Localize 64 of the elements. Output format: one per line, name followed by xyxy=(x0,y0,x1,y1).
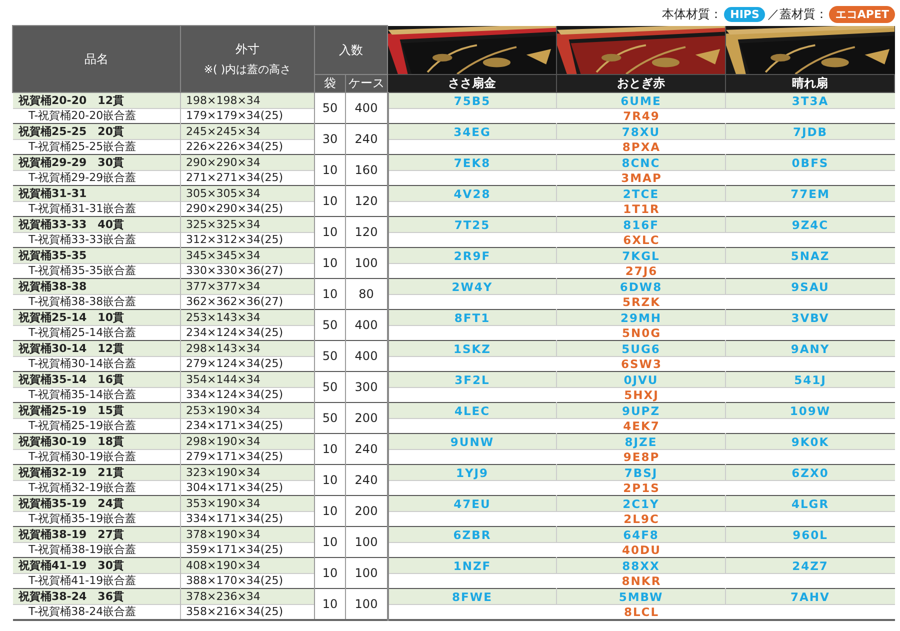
table-cell: 10 xyxy=(314,496,346,526)
table-cell: 200 xyxy=(346,496,388,526)
header-label: 外寸 xyxy=(234,41,260,58)
table-cell: 50 xyxy=(314,310,346,340)
table-cell: 祝賀桶38-24 36貫 xyxy=(12,588,180,604)
table-cell: 160 xyxy=(346,154,388,186)
table-cell: 祝賀桶35-35 xyxy=(12,248,180,264)
table-cell: 30 xyxy=(314,124,346,154)
table-cell: 100 xyxy=(346,248,388,278)
table-cell: 10 xyxy=(314,216,346,248)
table-cell: 祝賀桶31-31 xyxy=(12,186,180,202)
table-cell: 祝賀桶41-19 30貫 xyxy=(12,558,180,574)
table-cell: 10 xyxy=(314,278,346,310)
table-cell: 358×216×34(25) xyxy=(180,604,314,620)
table-cell: 400 xyxy=(346,340,388,372)
table-cell: 祝賀桶38-38 xyxy=(12,278,180,294)
table-cell: 50 xyxy=(314,402,346,434)
legend-label: 本体材質： xyxy=(662,6,722,22)
table-cell: 100 xyxy=(346,558,388,588)
table-cell: 100 xyxy=(346,588,388,620)
legend-label: ／蓋材質： xyxy=(767,6,828,22)
table-cell: 10 xyxy=(314,248,346,278)
table-cell: 祝賀桶30-19 18貫 xyxy=(12,434,180,450)
table-cell: T-祝賀桶38-24嵌合蓋 xyxy=(12,604,180,620)
table-cell: 10 xyxy=(314,464,346,496)
table-cell: 300 xyxy=(346,372,388,402)
table-cell: 240 xyxy=(346,464,388,496)
table-cell: 10 xyxy=(314,154,346,186)
table-cell: 50 xyxy=(314,92,346,124)
table-cell: 100 xyxy=(346,526,388,558)
column-header: 品名 xyxy=(12,26,180,92)
table-cell: 120 xyxy=(346,216,388,248)
table-cell: 120 xyxy=(346,186,388,216)
table-cell: 祝賀桶25-19 15貫 xyxy=(12,402,180,418)
table-cell: 240 xyxy=(346,434,388,464)
table-cell: 400 xyxy=(346,310,388,340)
table-cell: 80 xyxy=(346,278,388,310)
column-header: 入数 xyxy=(314,26,388,74)
material-badge: エコAPET xyxy=(829,6,895,22)
column-header: ケース xyxy=(346,74,388,92)
header-note: ※( )内は蓋の高さ xyxy=(202,62,292,77)
column-header: 晴れ扇 xyxy=(726,74,894,92)
table-cell: 10 xyxy=(314,186,346,216)
table-cell: 50 xyxy=(314,372,346,402)
table-cell: 10 xyxy=(314,434,346,464)
table-cell: 祝賀桶32-19 21貫 xyxy=(12,464,180,480)
table-cell: 10 xyxy=(314,558,346,588)
table-cell: 240 xyxy=(346,124,388,154)
table-cell: 祝賀桶35-19 24貫 xyxy=(12,496,180,512)
column-header: ささ扇金 xyxy=(388,74,556,92)
table-cell: 10 xyxy=(314,588,346,620)
column-header: おとぎ赤 xyxy=(556,74,726,92)
table-cell: 祝賀桶25-14 10貫 xyxy=(12,310,180,326)
table-cell: 8LCL xyxy=(388,604,894,620)
table-cell: 400 xyxy=(346,92,388,124)
table-cell: 祝賀桶35-14 16貫 xyxy=(12,372,180,388)
material-badge: HIPS xyxy=(724,6,766,22)
table-cell: 祝賀桶33-33 40貫 xyxy=(12,216,180,232)
table-cell: 祝賀桶30-14 12貫 xyxy=(12,340,180,356)
table-cell: 50 xyxy=(314,340,346,372)
table-cell: 200 xyxy=(346,402,388,434)
table-cell: 10 xyxy=(314,526,346,558)
column-header: 袋 xyxy=(314,74,346,92)
table-cell: 祝賀桶38-19 27貫 xyxy=(12,526,180,542)
